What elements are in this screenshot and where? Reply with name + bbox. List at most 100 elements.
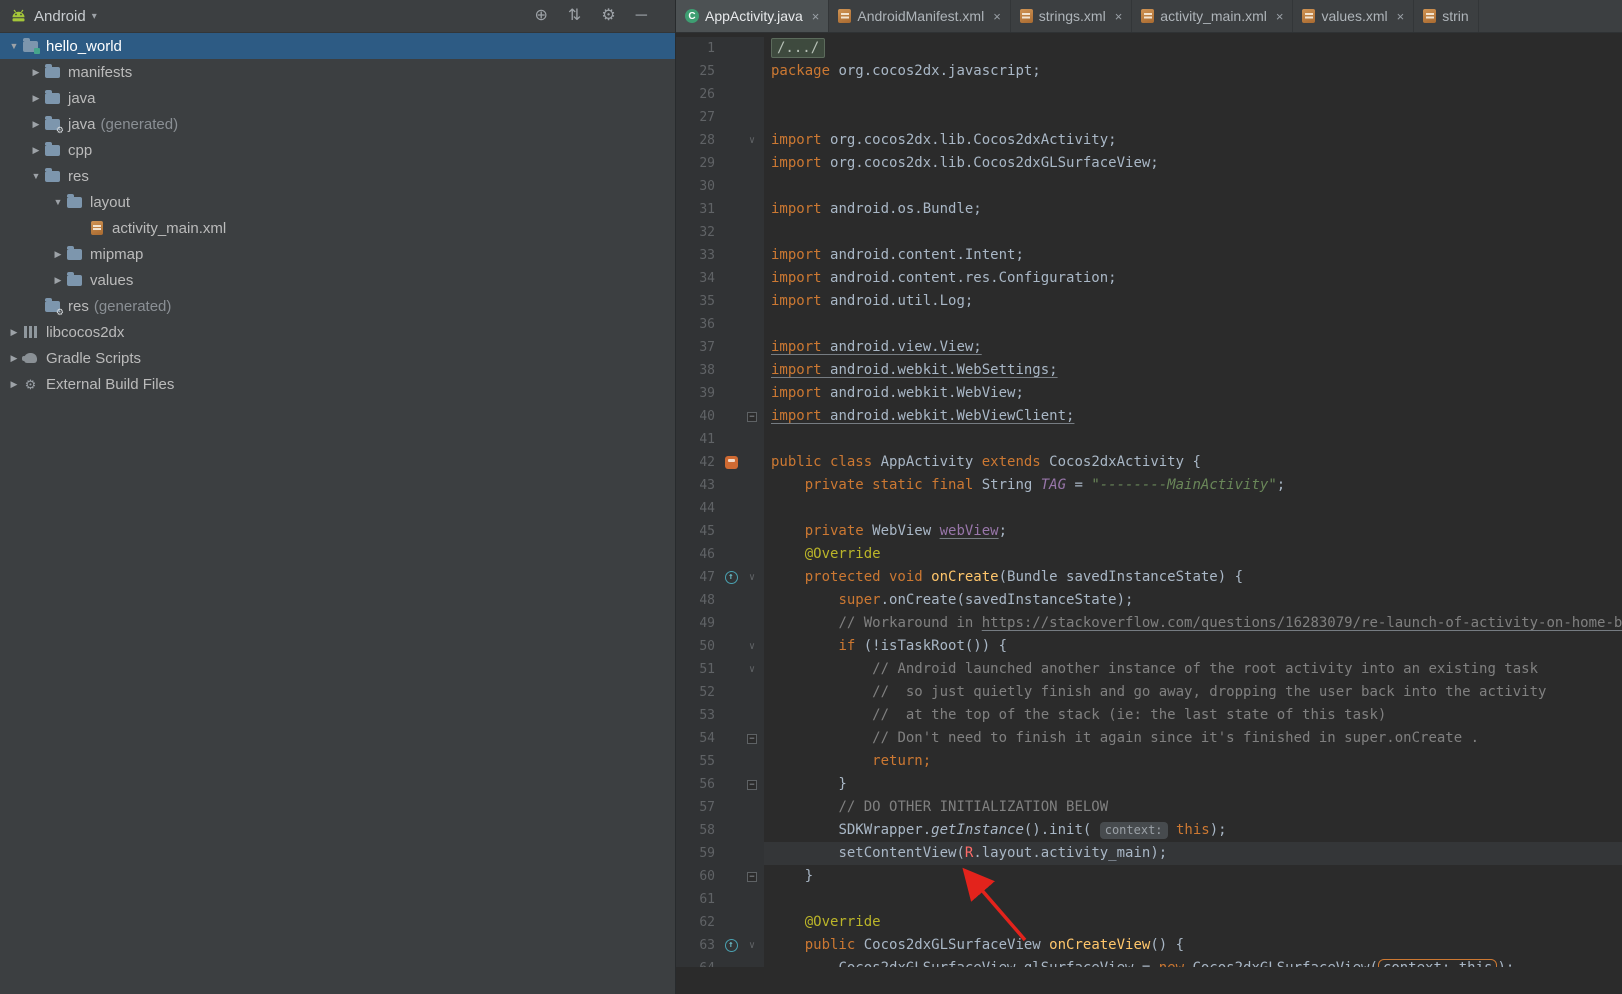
code-text[interactable]: SDKWrapper.getInstance().init( context: …: [764, 819, 1622, 842]
code-text[interactable]: [764, 313, 1622, 336]
tree-item-external-build-files[interactable]: ▶⚙External Build Files: [0, 371, 675, 397]
fold-marker[interactable]: ∨: [742, 658, 762, 681]
code-text[interactable]: @Override: [764, 543, 1622, 566]
code-text[interactable]: [764, 221, 1622, 244]
tree-item-gradle-scripts[interactable]: ▶Gradle Scripts: [0, 345, 675, 371]
tab-androidmanifest-xml[interactable]: AndroidManifest.xml×: [829, 0, 1010, 32]
code-text[interactable]: import android.util.Log;: [764, 290, 1622, 313]
fold-marker[interactable]: ∨: [742, 129, 762, 152]
tab-strin[interactable]: strin: [1414, 0, 1478, 32]
code-text[interactable]: [764, 106, 1622, 129]
override-gutter-icon[interactable]: ↑: [720, 939, 742, 952]
tree-item-cpp[interactable]: ▶cpp: [0, 137, 675, 163]
code-text[interactable]: Cocos2dxGLSurfaceView glSurfaceView = ne…: [764, 957, 1622, 967]
code-text[interactable]: import org.cocos2dx.lib.Cocos2dxGLSurfac…: [764, 152, 1622, 175]
tree-item-values[interactable]: ▶values: [0, 267, 675, 293]
fold-marker[interactable]: −: [742, 872, 762, 882]
tree-arrow-icon[interactable]: ▶: [6, 379, 22, 390]
tree-arrow-icon[interactable]: ▼: [6, 41, 22, 51]
code-text[interactable]: import android.webkit.WebView;: [764, 382, 1622, 405]
code-text[interactable]: package org.cocos2dx.javascript;: [764, 60, 1622, 83]
tree-item-activity-main-xml[interactable]: activity_main.xml: [0, 215, 675, 241]
code-text[interactable]: return;: [764, 750, 1622, 773]
code-text[interactable]: import android.webkit.WebViewClient;: [764, 405, 1622, 428]
tree-arrow-icon[interactable]: ▶: [28, 119, 44, 130]
override-arrow-icon[interactable]: ↑: [725, 571, 738, 584]
fold-marker[interactable]: ∨: [742, 566, 762, 589]
override-arrow-icon[interactable]: ↑: [725, 939, 738, 952]
code-text[interactable]: @Override: [764, 911, 1622, 934]
tree-item-res[interactable]: ▼res: [0, 163, 675, 189]
chevron-down-icon[interactable]: ▾: [92, 11, 97, 22]
code-text[interactable]: // so just quietly finish and go away, d…: [764, 681, 1622, 704]
code-text[interactable]: // Workaround in https://stackoverflow.c…: [764, 612, 1622, 635]
code-text[interactable]: import org.cocos2dx.lib.Cocos2dxActivity…: [764, 129, 1622, 152]
code-area[interactable]: 1/.../25package org.cocos2dx.javascript;…: [676, 33, 1622, 967]
tab-appactivity-java[interactable]: CAppActivity.java×: [676, 0, 829, 32]
tree-arrow-icon[interactable]: ▶: [28, 93, 44, 104]
android-class-icon[interactable]: [725, 456, 738, 469]
code-text[interactable]: [764, 83, 1622, 106]
fold-marker[interactable]: ∨: [742, 934, 762, 957]
tree-item-res[interactable]: res(generated): [0, 293, 675, 319]
tree-arrow-icon[interactable]: ▶: [6, 353, 22, 364]
code-text[interactable]: [764, 175, 1622, 198]
tab-strings-xml[interactable]: strings.xml×: [1011, 0, 1133, 32]
hide-panel-icon[interactable]: ─: [636, 8, 647, 24]
code-text[interactable]: // DO OTHER INITIALIZATION BELOW: [764, 796, 1622, 819]
close-icon[interactable]: ×: [993, 9, 1001, 24]
close-icon[interactable]: ×: [812, 9, 820, 24]
project-view-selector[interactable]: Android: [34, 8, 86, 25]
collapse-all-icon[interactable]: ⇅: [568, 8, 581, 24]
code-text[interactable]: private WebView webView;: [764, 520, 1622, 543]
code-text[interactable]: }: [764, 865, 1622, 888]
code-text[interactable]: if (!isTaskRoot()) {: [764, 635, 1622, 658]
code-text[interactable]: super.onCreate(savedInstanceState);: [764, 589, 1622, 612]
fold-marker[interactable]: −: [742, 780, 762, 790]
tree-item-manifests[interactable]: ▶manifests: [0, 59, 675, 85]
tree-arrow-icon[interactable]: ▶: [50, 249, 66, 260]
class-gutter-icon[interactable]: [720, 456, 742, 469]
fold-collapse-icon[interactable]: −: [747, 780, 757, 790]
tab-values-xml[interactable]: values.xml×: [1293, 0, 1414, 32]
code-text[interactable]: private static final String TAG = "-----…: [764, 474, 1622, 497]
fold-marker[interactable]: −: [742, 734, 762, 744]
code-text[interactable]: public Cocos2dxGLSurfaceView onCreateVie…: [764, 934, 1622, 957]
tree-item-hello-world[interactable]: ▼hello_world: [0, 33, 675, 59]
code-text[interactable]: import android.view.View;: [764, 336, 1622, 359]
code-text[interactable]: /.../: [764, 37, 1622, 60]
tree-arrow-icon[interactable]: ▶: [28, 145, 44, 156]
code-text[interactable]: protected void onCreate(Bundle savedInst…: [764, 566, 1622, 589]
tree-arrow-icon[interactable]: ▶: [50, 275, 66, 286]
tree-item-libcocos2dx[interactable]: ▶libcocos2dx: [0, 319, 675, 345]
code-text[interactable]: [764, 888, 1622, 911]
override-gutter-icon[interactable]: ↑: [720, 571, 742, 584]
code-text[interactable]: [764, 497, 1622, 520]
tree-arrow-icon[interactable]: ▶: [28, 67, 44, 78]
settings-icon[interactable]: ⚙: [601, 8, 615, 24]
tree-item-java[interactable]: ▶java(generated): [0, 111, 675, 137]
fold-collapse-icon[interactable]: −: [747, 734, 757, 744]
code-text[interactable]: // Android launched another instance of …: [764, 658, 1622, 681]
tab-activity-main-xml[interactable]: activity_main.xml×: [1132, 0, 1293, 32]
code-text[interactable]: [764, 428, 1622, 451]
tree-arrow-icon[interactable]: ▼: [50, 197, 66, 207]
code-text[interactable]: import android.content.Intent;: [764, 244, 1622, 267]
code-text[interactable]: }: [764, 773, 1622, 796]
close-icon[interactable]: ×: [1276, 9, 1284, 24]
fold-collapse-icon[interactable]: −: [747, 412, 757, 422]
code-text[interactable]: public class AppActivity extends Cocos2d…: [764, 451, 1622, 474]
fold-marker[interactable]: ∨: [742, 635, 762, 658]
code-text[interactable]: setContentView(R.layout.activity_main);: [764, 842, 1622, 865]
code-text[interactable]: import android.content.res.Configuration…: [764, 267, 1622, 290]
locate-file-icon[interactable]: ⊕: [535, 8, 548, 24]
code-text[interactable]: // Don't need to finish it again since i…: [764, 727, 1622, 750]
tree-item-mipmap[interactable]: ▶mipmap: [0, 241, 675, 267]
fold-collapse-icon[interactable]: −: [747, 872, 757, 882]
tree-item-layout[interactable]: ▼layout: [0, 189, 675, 215]
code-text[interactable]: import android.webkit.WebSettings;: [764, 359, 1622, 382]
tree-item-java[interactable]: ▶java: [0, 85, 675, 111]
fold-marker[interactable]: −: [742, 412, 762, 422]
tree-arrow-icon[interactable]: ▶: [6, 327, 22, 338]
close-icon[interactable]: ×: [1115, 9, 1123, 24]
